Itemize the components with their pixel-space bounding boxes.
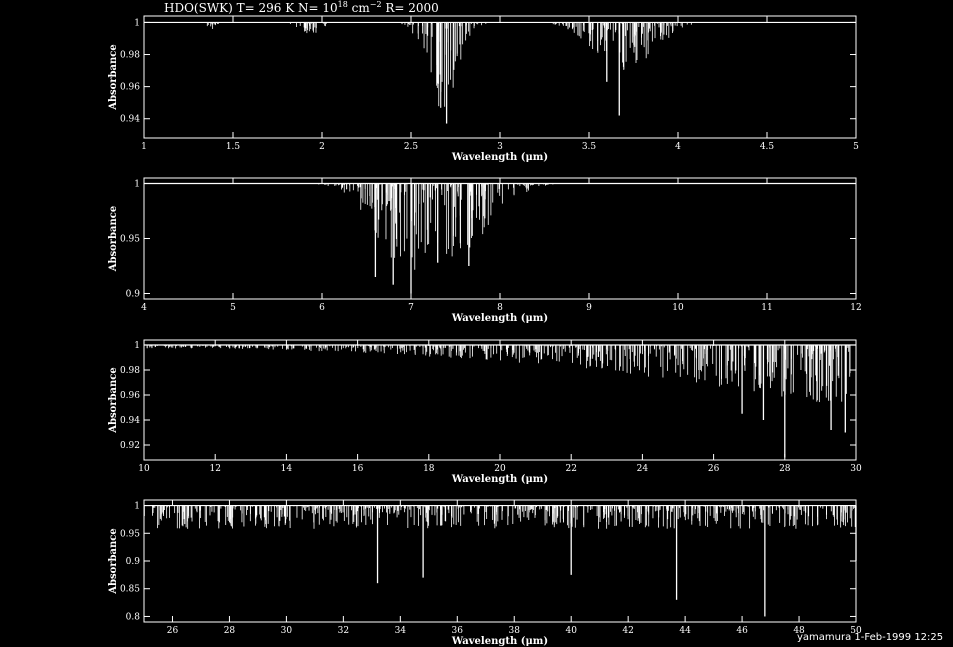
x-tick-label: 16 <box>352 464 364 474</box>
x-axis-label: Wavelength (μm) <box>451 313 548 324</box>
x-axis-label: Wavelength (μm) <box>451 636 548 647</box>
y-tick-label: 1 <box>134 18 140 28</box>
x-tick-label: 6 <box>319 303 325 313</box>
y-axis-label: Absorbance <box>108 528 119 595</box>
spectrum-panel-4: 26 28 30 32 34 36 38 40 42 44 46 48 50 0.8 0.85 0.9 0.95… <box>108 499 862 647</box>
x-tick-label: 14 <box>281 464 293 474</box>
x-tick-label: 30 <box>850 464 862 474</box>
plot-frame <box>143 499 857 623</box>
x-tick-label: 48 <box>793 626 805 636</box>
y-tick-label: 0.92 <box>120 441 140 451</box>
plot-frame <box>143 339 857 461</box>
x-tick-label: 24 <box>637 464 649 474</box>
x-tick-label: 32 <box>338 626 349 636</box>
y-tick-label: 0.9 <box>126 557 141 567</box>
x-tick-label: 2.5 <box>404 142 419 152</box>
x-tick-label: 5 <box>853 142 859 152</box>
y-tick-label: 0.85 <box>120 585 140 595</box>
y-tick-label: 0.96 <box>120 391 140 401</box>
x-tick-label: 38 <box>509 626 521 636</box>
x-tick-label: 26 <box>708 464 720 474</box>
x-tick-label: 34 <box>395 626 407 636</box>
plot-frame <box>143 15 857 139</box>
y-tick-label: 0.9 <box>126 290 141 300</box>
x-tick-label: 4 <box>141 303 147 313</box>
x-tick-label: 9 <box>586 303 592 313</box>
x-tick-label: 42 <box>622 626 633 636</box>
x-axis-label: Wavelength (μm) <box>451 152 548 163</box>
x-tick-label: 2 <box>319 142 325 152</box>
plot-frame <box>143 177 857 300</box>
x-tick-label: 50 <box>850 626 862 636</box>
y-tick-label: 0.98 <box>120 366 140 376</box>
x-tick-label: 22 <box>565 464 576 474</box>
y-axis-label: Absorbance <box>108 44 119 111</box>
figure-title: HDO(SWK) T= 296 K N= 1018 cm−2 R= 2000 <box>164 0 439 15</box>
x-tick-label: 5 <box>230 303 236 313</box>
x-tick-label: 40 <box>565 626 577 636</box>
x-tick-label: 30 <box>281 626 293 636</box>
y-tick-label: 1 <box>134 502 140 512</box>
y-tick-label: 0.8 <box>126 612 141 622</box>
x-tick-label: 3 <box>497 142 503 152</box>
y-axis-label: Absorbance <box>108 206 119 273</box>
spectrum-figure: HDO(SWK) T= 296 K N= 1018 cm−2 R= 2000 y… <box>0 0 953 647</box>
y-tick-label: 0.94 <box>120 416 140 426</box>
x-tick-label: 28 <box>779 464 791 474</box>
x-axis-label: Wavelength (μm) <box>451 474 548 485</box>
y-tick-label: 1 <box>134 180 140 190</box>
x-tick-label: 44 <box>679 626 691 636</box>
x-tick-label: 20 <box>494 464 506 474</box>
y-tick-label: 1 <box>134 341 140 351</box>
footer-credit: yamamura 1-Feb-1999 12:25 <box>797 632 943 643</box>
y-tick-label: 0.95 <box>120 529 140 539</box>
x-tick-label: 4.5 <box>760 142 775 152</box>
spectrum-plots-svg: HDO(SWK) T= 296 K N= 1018 cm−2 R= 2000 y… <box>108 0 943 647</box>
x-tick-label: 1 <box>141 142 147 152</box>
y-tick-label: 0.98 <box>120 51 140 61</box>
spectrum-panel-3: 10 12 14 16 18 20 22 24 26 28 30 0.92 0.94 0.96 0.98 1 W… <box>108 339 862 485</box>
x-tick-label: 7 <box>408 303 414 313</box>
y-tick-label: 0.96 <box>120 83 140 93</box>
y-tick-label: 0.94 <box>120 115 140 125</box>
x-tick-label: 11 <box>761 303 772 313</box>
y-tick-label: 0.95 <box>120 235 140 245</box>
x-tick-label: 10 <box>138 464 150 474</box>
x-tick-label: 36 <box>452 626 464 636</box>
x-tick-label: 10 <box>672 303 684 313</box>
x-tick-label: 8 <box>497 303 503 313</box>
x-tick-label: 3.5 <box>582 142 597 152</box>
spectrum-panel-2: 4 5 6 7 8 9 10 11 12 0.9 0.95 1 Wavelength (μm) Absor… <box>108 177 862 324</box>
spectrum-panel-1: 1 1.5 2 2.5 3 3.5 4 4.5 5 0.94 0.96 0.98 1 Wavelength… <box>108 15 859 163</box>
x-tick-label: 18 <box>423 464 435 474</box>
y-axis-label: Absorbance <box>108 367 119 434</box>
x-tick-label: 1.5 <box>226 142 241 152</box>
x-tick-label: 12 <box>850 303 861 313</box>
x-tick-label: 12 <box>209 464 220 474</box>
x-tick-label: 4 <box>675 142 681 152</box>
x-tick-label: 26 <box>167 626 179 636</box>
x-tick-label: 28 <box>224 626 236 636</box>
x-tick-label: 46 <box>736 626 748 636</box>
